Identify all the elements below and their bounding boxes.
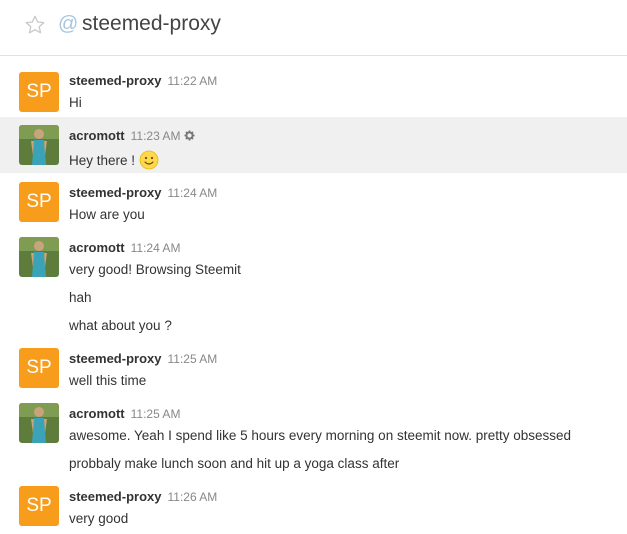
room-title[interactable]: steemed-proxy <box>82 12 221 36</box>
username[interactable]: acromott <box>69 128 125 143</box>
message: acromott 11:25 AM awesome. Yeah I spend l… <box>0 395 627 483</box>
username[interactable]: steemed-proxy <box>69 185 161 200</box>
username[interactable]: acromott <box>69 406 125 421</box>
message-header: steemed-proxy 11:24 AM <box>69 184 217 202</box>
message-text-content: Hey there ! <box>69 153 136 168</box>
avatar-acromott[interactable] <box>19 403 59 443</box>
avatar-acromott[interactable] <box>19 237 59 277</box>
username[interactable]: acromott <box>69 240 125 255</box>
smiley-emoji-icon <box>139 150 159 173</box>
message-text: well this time <box>69 373 147 388</box>
message-header: steemed-proxy 11:25 AM <box>69 350 217 368</box>
message: SP steemed-proxy 11:25 AM well this time <box>0 340 627 396</box>
message-text: what about you ? <box>69 318 172 333</box>
message-header: acromott 11:25 AM <box>69 405 180 423</box>
username[interactable]: steemed-proxy <box>69 73 161 88</box>
message-text: very good <box>69 511 129 526</box>
timestamp: 11:22 AM <box>167 74 218 88</box>
message-text: How are you <box>69 207 145 222</box>
message-header: steemed-proxy 11:26 AM <box>69 488 217 506</box>
username[interactable]: steemed-proxy <box>69 489 161 504</box>
message-text: Hey there ! <box>69 150 159 173</box>
timestamp: 11:25 AM <box>167 352 218 366</box>
timestamp: 11:23 AM <box>130 129 181 143</box>
gear-icon[interactable] <box>184 128 195 146</box>
at-icon: @ <box>58 13 79 35</box>
message-header: steemed-proxy 11:22 AM <box>69 72 217 90</box>
room-header: @ steemed-proxy <box>0 0 627 56</box>
message: SP steemed-proxy 11:22 AM Hi <box>0 62 627 116</box>
timestamp: 11:25 AM <box>130 407 181 421</box>
avatar-steemed-proxy[interactable]: SP <box>19 486 59 526</box>
favorite-star-icon[interactable] <box>24 14 46 41</box>
message-text: awesome. Yeah I spend like 5 hours every… <box>69 428 572 443</box>
message-text: probbaly make lunch soon and hit up a yo… <box>69 456 400 471</box>
message-text: very good! Browsing Steemit <box>69 262 241 277</box>
avatar-steemed-proxy[interactable]: SP <box>19 72 59 112</box>
message-header: acromott 11:23 AM <box>69 127 195 146</box>
username[interactable]: steemed-proxy <box>69 351 161 366</box>
avatar-steemed-proxy[interactable]: SP <box>19 182 59 222</box>
timestamp: 11:24 AM <box>167 186 218 200</box>
message-text: Hi <box>69 95 82 110</box>
avatar-acromott[interactable] <box>19 125 59 165</box>
timestamp: 11:26 AM <box>167 490 218 504</box>
avatar-steemed-proxy[interactable]: SP <box>19 348 59 388</box>
message: SP steemed-proxy 11:24 AM How are you <box>0 174 627 230</box>
message-text: hah <box>69 290 92 305</box>
message: SP steemed-proxy 11:26 AM very good <box>0 478 627 534</box>
message: acromott 11:23 AM Hey there ! <box>0 117 627 173</box>
message: acromott 11:24 AM very good! Browsing Ste… <box>0 229 627 345</box>
timestamp: 11:24 AM <box>130 241 181 255</box>
message-header: acromott 11:24 AM <box>69 239 180 257</box>
